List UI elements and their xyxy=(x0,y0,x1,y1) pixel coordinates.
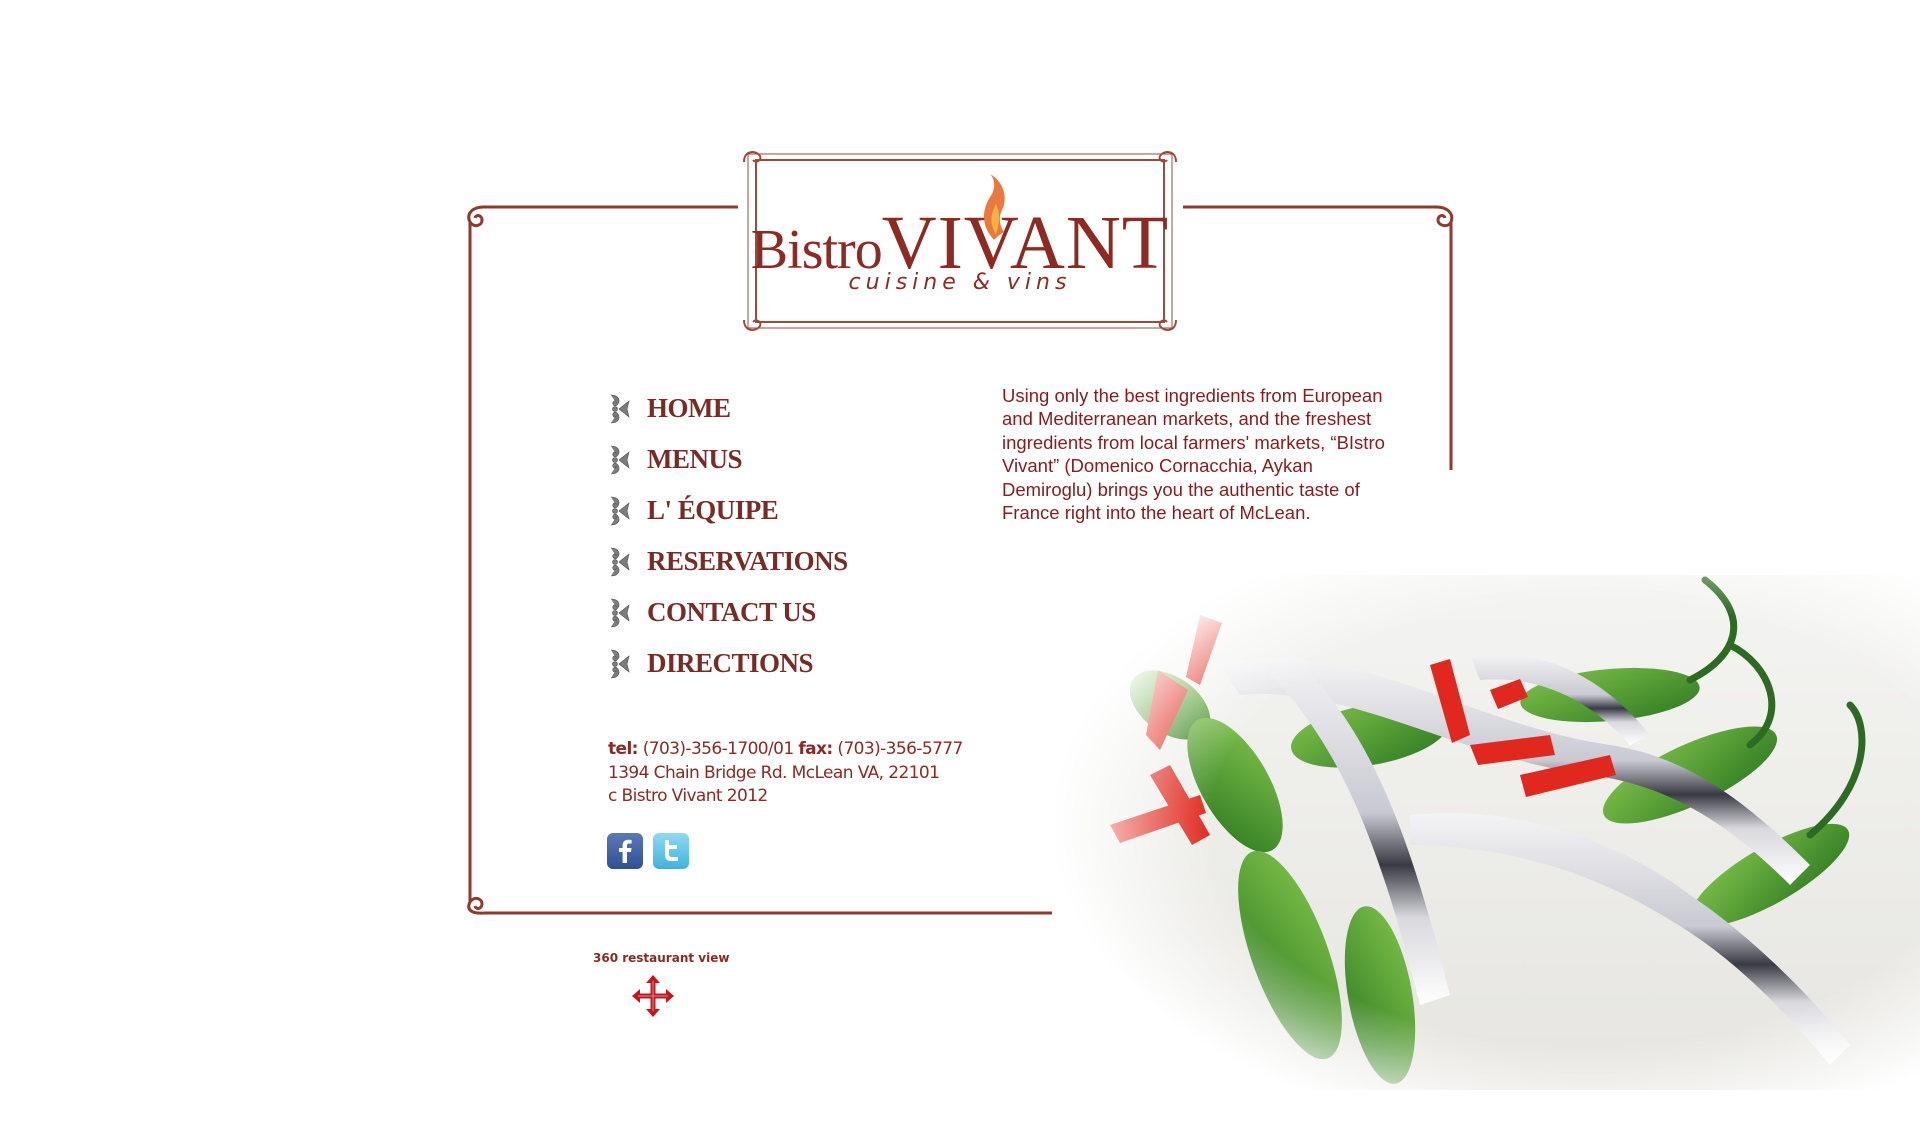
main-nav: HOME MENUS L' ÉQUIPE RESERVATIONS CONTACT US… xyxy=(607,383,848,689)
contact-info: tel: (703)-356-1700/01 fax: (703)-356-57… xyxy=(608,738,963,809)
fax-value: (703)-356-5777 xyxy=(837,739,963,759)
nav-label: DIRECTIONS xyxy=(647,648,814,678)
fleur-bullet-icon xyxy=(607,544,633,580)
nav-item-reservations[interactable]: RESERVATIONS xyxy=(607,536,848,587)
nav-item-menus[interactable]: MENUS xyxy=(607,434,848,485)
nav-item-l-quipe[interactable]: L' ÉQUIPE xyxy=(607,485,848,536)
nav-label: L' ÉQUIPE xyxy=(647,495,779,525)
fleur-bullet-icon xyxy=(607,391,633,427)
flame-icon xyxy=(983,174,1005,240)
nav-item-directions[interactable]: DIRECTIONS xyxy=(607,638,848,689)
logo-tagline: cuisine & vins xyxy=(848,270,1072,295)
address: 1394 Chain Bridge Rd. McLean VA, 22101 xyxy=(608,762,940,783)
copyright: c Bistro Vivant 2012 xyxy=(608,786,768,806)
nav-label: RESERVATIONS xyxy=(647,546,848,576)
fleur-bullet-icon xyxy=(607,442,633,478)
twitter-icon[interactable] xyxy=(653,833,689,869)
social-links xyxy=(607,833,689,869)
facebook-icon[interactable] xyxy=(607,833,643,869)
move-arrows-icon[interactable] xyxy=(630,973,676,1019)
nav-label: HOME xyxy=(647,393,731,423)
fleur-bullet-icon xyxy=(607,646,633,682)
tel-label: tel: xyxy=(608,739,638,759)
nav-item-contact-us[interactable]: CONTACT US xyxy=(607,587,848,638)
intro-text: Using only the best ingredients from Eur… xyxy=(1002,385,1385,524)
nav-label: CONTACT US xyxy=(647,597,816,627)
tel-value[interactable]: (703)-356-1700/01 xyxy=(643,739,794,759)
logo[interactable]: BistroVIVANT cuisine & vins xyxy=(742,148,1178,334)
phone-line: tel: (703)-356-1700/01 fax: (703)-356-57… xyxy=(608,738,963,762)
fleur-bullet-icon xyxy=(607,595,633,631)
360-view-link[interactable]: 360 restaurant view xyxy=(593,951,729,965)
food-photo xyxy=(1050,575,1920,1090)
nav-label: MENUS xyxy=(647,444,743,474)
fleur-bullet-icon xyxy=(607,493,633,529)
fax-label: fax: xyxy=(798,739,833,759)
nav-item-home[interactable]: HOME xyxy=(607,383,848,434)
